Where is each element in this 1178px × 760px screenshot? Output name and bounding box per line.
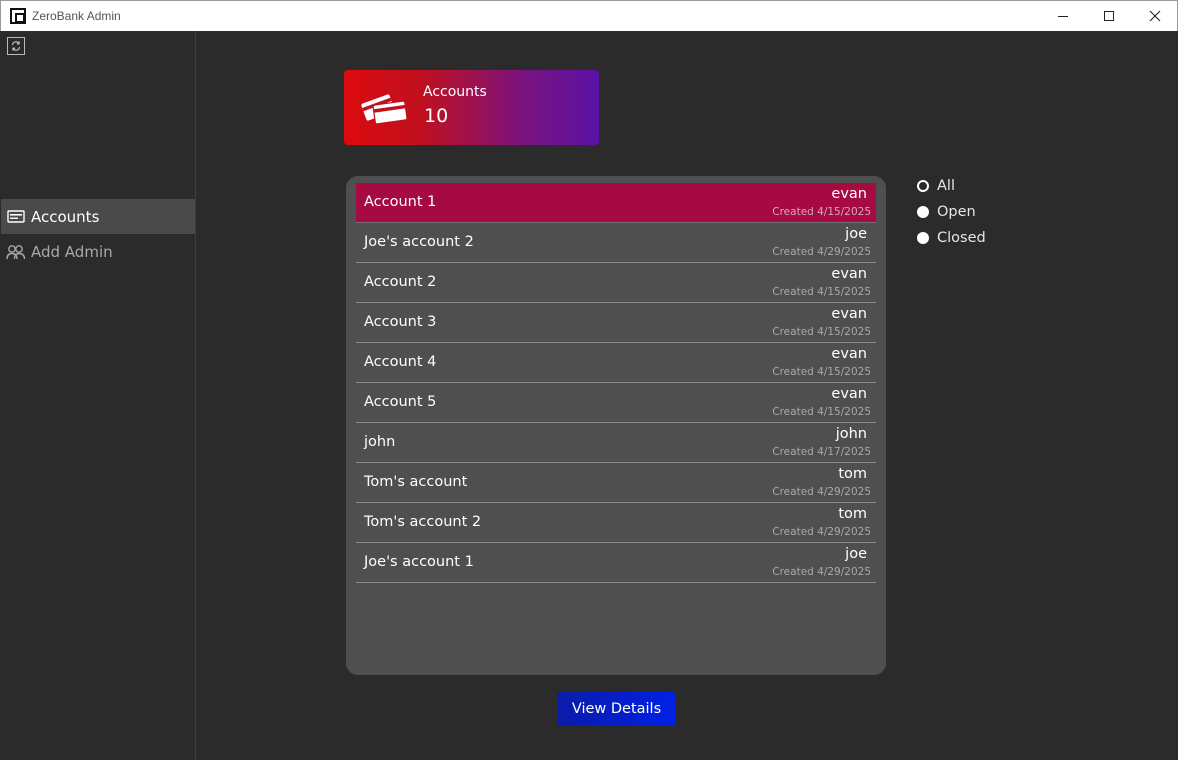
app-logo-icon bbox=[10, 8, 26, 24]
filter-all-radio[interactable]: All bbox=[916, 176, 1006, 196]
account-owner: joe bbox=[845, 226, 867, 242]
stat-value: 10 bbox=[424, 105, 449, 127]
sidebar-item-add-admin[interactable]: Add Admin bbox=[1, 234, 195, 269]
filter-open-radio[interactable]: Open bbox=[916, 202, 1006, 222]
account-row[interactable]: Joe's account 2 joe Created 4/29/2025 bbox=[356, 223, 876, 263]
radio-unchecked-icon bbox=[917, 232, 929, 244]
accounts-list-panel: Account 1 evan Created 4/15/2025 Joe's acco… bbox=[346, 176, 886, 675]
refresh-icon bbox=[11, 41, 21, 51]
account-name: Account 3 bbox=[364, 314, 437, 330]
credit-cards-icon bbox=[361, 94, 408, 125]
account-created-date: Created 4/15/2025 bbox=[772, 206, 871, 218]
window-title: ZeroBank Admin bbox=[32, 9, 121, 23]
account-owner: evan bbox=[831, 266, 867, 282]
sidebar-item-accounts[interactable]: Accounts bbox=[1, 199, 195, 234]
stat-label: Accounts bbox=[423, 84, 487, 100]
maximize-icon bbox=[1104, 11, 1114, 21]
account-owner: evan bbox=[831, 346, 867, 362]
minimize-button[interactable] bbox=[1040, 1, 1086, 31]
maximize-button[interactable] bbox=[1086, 1, 1132, 31]
account-owner: evan bbox=[831, 186, 867, 202]
account-card-icon bbox=[6, 209, 26, 225]
account-owner: tom bbox=[838, 506, 867, 522]
account-row[interactable]: Account 4 evan Created 4/15/2025 bbox=[356, 343, 876, 383]
filter-label: Open bbox=[937, 204, 976, 220]
account-row[interactable]: john john Created 4/17/2025 bbox=[356, 423, 876, 463]
accounts-list: Account 1 evan Created 4/15/2025 Joe's acco… bbox=[356, 183, 876, 583]
account-name: Account 1 bbox=[364, 194, 437, 210]
account-created-date: Created 4/15/2025 bbox=[772, 406, 871, 418]
sidebar-item-label: Accounts bbox=[31, 207, 100, 226]
account-created-date: Created 4/15/2025 bbox=[772, 366, 871, 378]
radio-unchecked-icon bbox=[917, 206, 929, 218]
account-owner: joe bbox=[845, 546, 867, 562]
minimize-icon bbox=[1058, 15, 1068, 17]
account-row[interactable]: Account 2 evan Created 4/15/2025 bbox=[356, 263, 876, 303]
account-row[interactable]: Account 1 evan Created 4/15/2025 bbox=[356, 183, 876, 223]
account-owner: john bbox=[835, 426, 867, 442]
accounts-stat-card: Accounts 10 bbox=[344, 70, 599, 145]
account-created-date: Created 4/29/2025 bbox=[772, 246, 871, 258]
account-name: Joe's account 2 bbox=[364, 234, 474, 250]
account-row[interactable]: Account 3 evan Created 4/15/2025 bbox=[356, 303, 876, 343]
account-name: Account 4 bbox=[364, 354, 437, 370]
account-row[interactable]: Tom's account tom Created 4/29/2025 bbox=[356, 463, 876, 503]
account-created-date: Created 4/15/2025 bbox=[772, 326, 871, 338]
account-created-date: Created 4/29/2025 bbox=[772, 486, 871, 498]
account-name: Account 2 bbox=[364, 274, 437, 290]
account-created-date: Created 4/29/2025 bbox=[772, 566, 871, 578]
close-button[interactable] bbox=[1132, 1, 1178, 31]
account-name: Tom's account bbox=[364, 474, 468, 490]
refresh-button[interactable] bbox=[7, 37, 25, 55]
account-created-date: Created 4/29/2025 bbox=[772, 526, 871, 538]
account-created-date: Created 4/17/2025 bbox=[772, 446, 871, 458]
account-name: Joe's account 1 bbox=[364, 554, 474, 570]
filter-label: Closed bbox=[937, 230, 986, 246]
account-name: john bbox=[364, 434, 396, 450]
sidebar: Accounts Add Admin bbox=[1, 31, 196, 760]
close-icon bbox=[1149, 10, 1161, 22]
account-created-date: Created 4/15/2025 bbox=[772, 286, 871, 298]
view-details-button[interactable]: View Details bbox=[557, 692, 676, 726]
account-owner: tom bbox=[838, 466, 867, 482]
title-bar: ZeroBank Admin bbox=[0, 0, 1178, 31]
account-owner: evan bbox=[831, 306, 867, 322]
account-row[interactable]: Tom's account 2 tom Created 4/29/2025 bbox=[356, 503, 876, 543]
add-admin-icon bbox=[6, 244, 26, 260]
account-owner: evan bbox=[831, 386, 867, 402]
account-row[interactable]: Joe's account 1 joe Created 4/29/2025 bbox=[356, 543, 876, 583]
filter-closed-radio[interactable]: Closed bbox=[916, 228, 1006, 248]
account-name: Tom's account 2 bbox=[364, 514, 482, 530]
account-row[interactable]: Account 5 evan Created 4/15/2025 bbox=[356, 383, 876, 423]
account-name: Account 5 bbox=[364, 394, 437, 410]
sidebar-item-label: Add Admin bbox=[31, 242, 113, 261]
radio-checked-icon bbox=[917, 180, 929, 192]
filter-label: All bbox=[937, 178, 955, 194]
